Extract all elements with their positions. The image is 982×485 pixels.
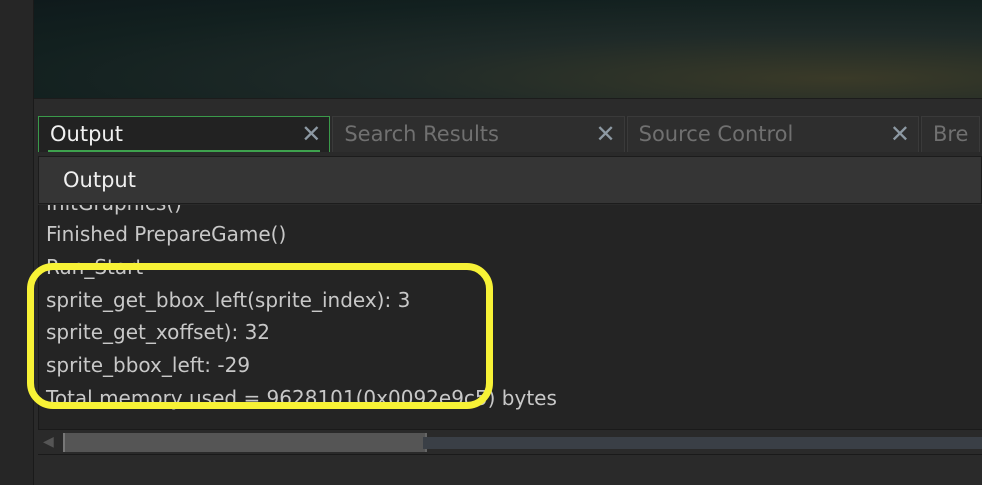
room-viewport xyxy=(34,0,982,98)
log-line: InitGraphics() xyxy=(46,205,182,215)
tab-search-results[interactable]: Search Results ✕ xyxy=(332,116,625,152)
highlight-annotation xyxy=(27,263,493,409)
close-icon[interactable]: ✕ xyxy=(596,117,616,151)
dock-divider[interactable] xyxy=(34,98,982,117)
scrollbar-track[interactable] xyxy=(423,437,982,449)
scroll-left-arrow-icon[interactable]: ◀ xyxy=(43,434,54,450)
tab-source-control[interactable]: Source Control ✕ xyxy=(626,116,919,152)
tab-label: Search Results xyxy=(344,122,499,146)
close-icon[interactable]: ✕ xyxy=(301,117,321,151)
left-panel-strip xyxy=(0,0,34,485)
log-line: Finished PrepareGame() xyxy=(46,222,287,246)
output-tab-bar: Output ✕ Search Results ✕ Source Control ✕ … xyxy=(38,116,982,154)
scrollbar-thumb[interactable] xyxy=(63,433,427,452)
tab-breakpoints[interactable]: Bre xyxy=(920,116,980,152)
tab-output[interactable]: Output ✕ xyxy=(38,116,331,152)
tab-label: Bre xyxy=(932,122,969,146)
horizontal-scrollbar[interactable]: ◀ xyxy=(38,429,982,455)
tab-label: Output xyxy=(50,122,123,146)
tab-label: Source Control xyxy=(638,122,794,146)
active-tab-underline xyxy=(48,150,321,152)
output-panel-header: Output xyxy=(38,156,982,204)
close-icon[interactable]: ✕ xyxy=(890,117,910,151)
